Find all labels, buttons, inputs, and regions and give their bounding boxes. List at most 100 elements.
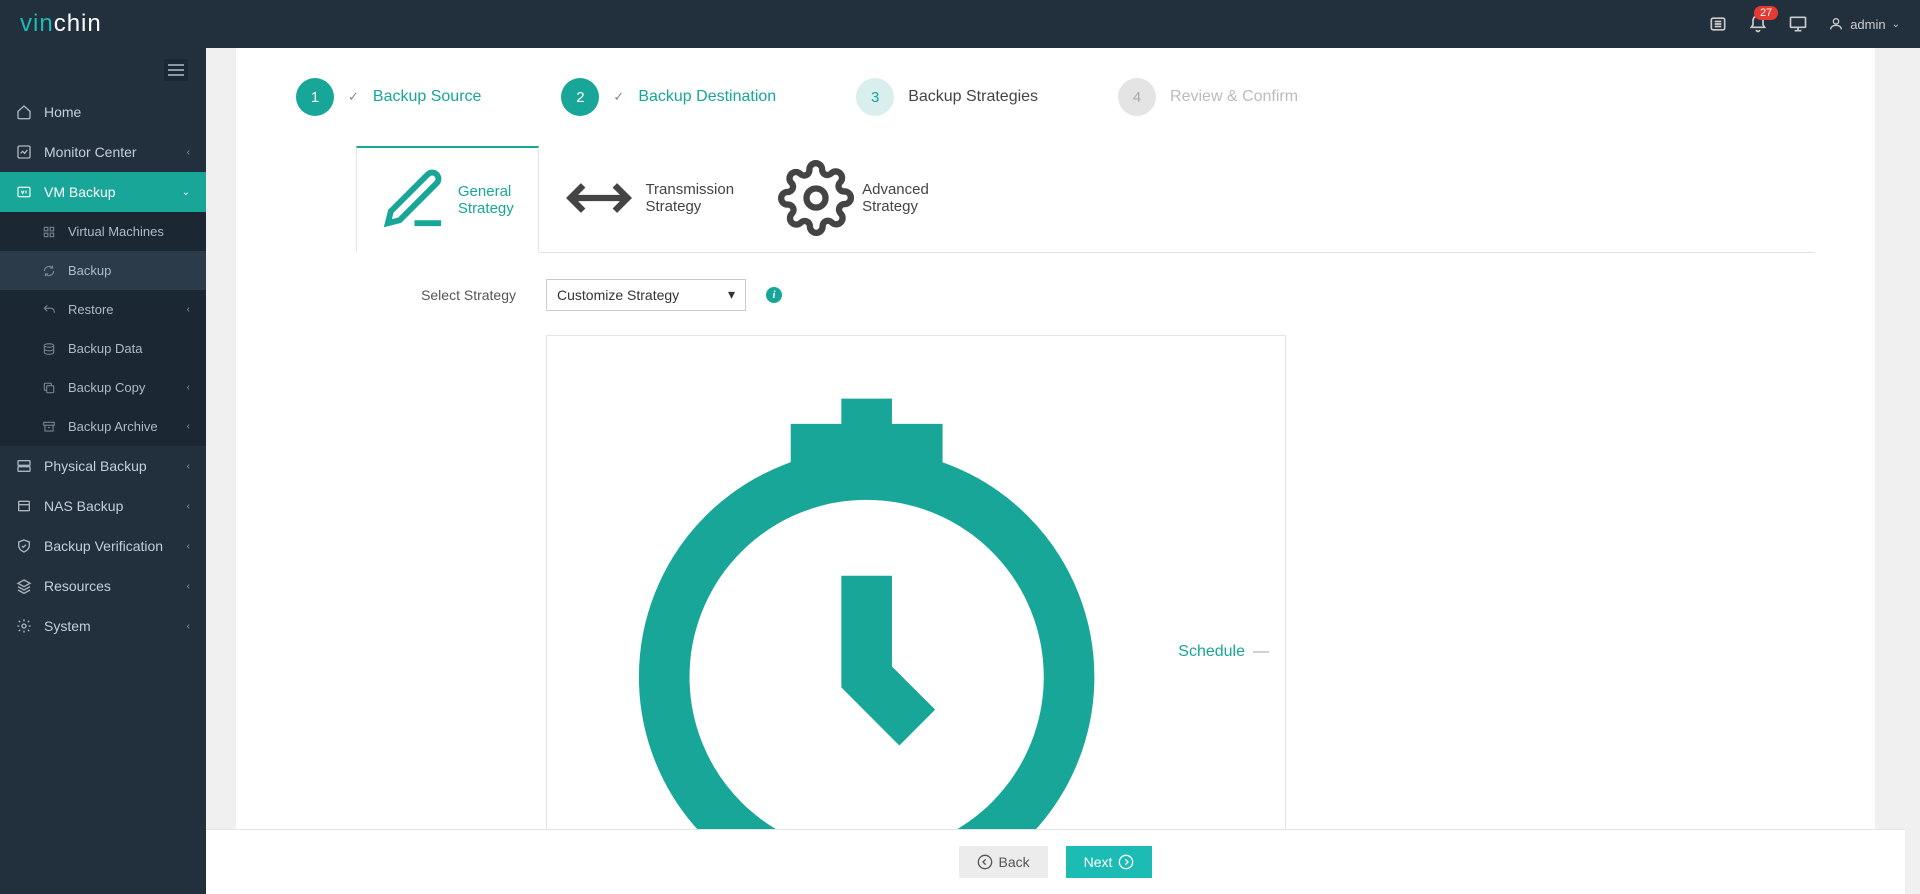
sidebar-item-label: Backup Copy xyxy=(68,380,145,395)
step-label: Backup Strategies xyxy=(908,88,1038,106)
tab-label: Transmission Strategy xyxy=(645,181,734,215)
gear-icon xyxy=(16,618,32,634)
select-strategy-label: Select Strategy xyxy=(356,287,546,303)
sidebar-item-vm-backup[interactable]: VM Backup ⌄ xyxy=(0,172,206,212)
logo: vinchin xyxy=(20,10,102,38)
bell-icon[interactable]: 27 xyxy=(1748,14,1768,34)
sidebar-item-label: System xyxy=(44,618,91,634)
sidebar-item-backup[interactable]: Backup xyxy=(0,251,206,290)
tab-label: Advanced Strategy xyxy=(862,181,929,215)
sidebar-item-system[interactable]: System ‹ xyxy=(0,606,206,646)
sidebar-item-backup-data[interactable]: Backup Data xyxy=(0,329,206,368)
chevron-left-icon: ‹ xyxy=(187,541,190,552)
wizard-steps: 1 ✓ Backup Source 2 ✓ Backup Destination… xyxy=(296,78,1815,116)
sidebar-item-label: Backup xyxy=(68,263,111,278)
sidebar-item-resources[interactable]: Resources ‹ xyxy=(0,566,206,606)
nas-icon xyxy=(16,498,32,514)
check-icon: ✓ xyxy=(348,89,359,105)
tab-advanced-strategy[interactable]: Advanced Strategy xyxy=(756,146,951,252)
step-number: 1 xyxy=(296,78,334,116)
wizard-footer: Back Next xyxy=(206,829,1905,894)
sidebar-item-label: Backup Archive xyxy=(68,419,158,434)
back-button[interactable]: Back xyxy=(959,846,1048,878)
chevron-left-icon: ‹ xyxy=(187,147,190,158)
strategy-tabs: General Strategy Transmission Strategy A… xyxy=(356,146,1815,253)
step-label: Backup Source xyxy=(373,88,482,106)
chart-icon xyxy=(16,144,32,160)
logo-prefix: vin xyxy=(20,10,54,37)
step-number: 2 xyxy=(561,78,599,116)
sidebar-item-label: Physical Backup xyxy=(44,458,147,474)
vm-icon xyxy=(16,184,32,200)
panel-title: Schedule xyxy=(1178,643,1245,661)
step-number: 4 xyxy=(1118,78,1156,116)
chevron-left-icon: ‹ xyxy=(187,621,190,632)
tab-general-strategy[interactable]: General Strategy xyxy=(356,146,539,253)
button-label: Next xyxy=(1084,854,1113,870)
archive-icon xyxy=(42,420,56,434)
wizard-step-3[interactable]: 3 Backup Strategies xyxy=(856,78,1038,116)
sidebar-toggle-button[interactable] xyxy=(164,59,188,81)
sidebar-item-label: Backup Data xyxy=(68,341,142,356)
notification-badge: 27 xyxy=(1754,6,1778,20)
copy-icon xyxy=(42,381,56,395)
step-label: Review & Confirm xyxy=(1170,88,1298,106)
list-icon[interactable] xyxy=(1708,14,1728,34)
sidebar-item-label: Resources xyxy=(44,578,111,594)
chevron-left-icon: ‹ xyxy=(187,501,190,512)
sidebar: Home Monitor Center ‹ VM Backup ⌄ Virtua… xyxy=(0,48,206,894)
schedule-panel-header[interactable]: Schedule — xyxy=(547,336,1285,829)
sidebar-item-label: VM Backup xyxy=(44,184,116,200)
wizard-step-4: 4 Review & Confirm xyxy=(1118,78,1298,116)
monitor-icon[interactable] xyxy=(1788,14,1808,34)
chevron-down-icon: ⌄ xyxy=(182,187,190,198)
grid-icon xyxy=(42,225,56,239)
logo-suffix: chin xyxy=(54,10,102,37)
sidebar-item-label: Home xyxy=(44,104,81,120)
sidebar-item-label: Monitor Center xyxy=(44,144,137,160)
sidebar-item-restore[interactable]: Restore ‹ xyxy=(0,290,206,329)
sidebar-item-label: Backup Verification xyxy=(44,538,163,554)
server-icon xyxy=(16,458,32,474)
step-label: Backup Destination xyxy=(638,88,776,106)
sidebar-item-label: Virtual Machines xyxy=(68,224,164,239)
sidebar-item-monitor-center[interactable]: Monitor Center ‹ xyxy=(0,132,206,172)
wizard-step-2[interactable]: 2 ✓ Backup Destination xyxy=(561,78,776,116)
wizard-step-1[interactable]: 1 ✓ Backup Source xyxy=(296,78,481,116)
select-strategy-dropdown[interactable]: Customize Strategy xyxy=(546,279,746,311)
chevron-left-icon: ‹ xyxy=(187,581,190,592)
sidebar-item-backup-archive[interactable]: Backup Archive ‹ xyxy=(0,407,206,446)
check-icon: ✓ xyxy=(613,89,624,105)
sidebar-item-nas-backup[interactable]: NAS Backup ‹ xyxy=(0,486,206,526)
undo-icon xyxy=(42,303,56,317)
chevron-left-icon: ‹ xyxy=(187,421,190,432)
sidebar-item-backup-copy[interactable]: Backup Copy ‹ xyxy=(0,368,206,407)
sidebar-item-label: NAS Backup xyxy=(44,498,123,514)
chevron-left-icon: ‹ xyxy=(187,382,190,393)
sidebar-item-physical-backup[interactable]: Physical Backup ‹ xyxy=(0,446,206,486)
next-button[interactable]: Next xyxy=(1066,846,1153,878)
sidebar-item-home[interactable]: Home xyxy=(0,92,206,132)
shield-check-icon xyxy=(16,538,32,554)
tab-transmission-strategy[interactable]: Transmission Strategy xyxy=(539,146,756,252)
button-label: Back xyxy=(999,854,1030,870)
sidebar-submenu-vm-backup: Virtual Machines Backup Restore ‹ Backup… xyxy=(0,212,206,446)
database-icon xyxy=(42,342,56,356)
info-icon[interactable]: i xyxy=(766,287,782,303)
step-number: 3 xyxy=(856,78,894,116)
chevron-left-icon: ‹ xyxy=(187,461,190,472)
username: admin xyxy=(1850,17,1885,32)
schedule-panel: Schedule — Time Windows 0123456789101112… xyxy=(546,335,1286,829)
chevron-down-icon: ⌄ xyxy=(1892,19,1900,30)
home-icon xyxy=(16,104,32,120)
user-menu[interactable]: admin ⌄ xyxy=(1828,16,1900,32)
sidebar-item-backup-verification[interactable]: Backup Verification ‹ xyxy=(0,526,206,566)
sidebar-item-virtual-machines[interactable]: Virtual Machines xyxy=(0,212,206,251)
scrollbar[interactable] xyxy=(1905,48,1920,894)
layers-icon xyxy=(16,578,32,594)
refresh-icon xyxy=(42,264,56,278)
sidebar-item-label: Restore xyxy=(68,302,114,317)
select-value: Customize Strategy xyxy=(557,287,679,303)
tab-label: General Strategy xyxy=(458,183,517,217)
chevron-left-icon: ‹ xyxy=(187,304,190,315)
